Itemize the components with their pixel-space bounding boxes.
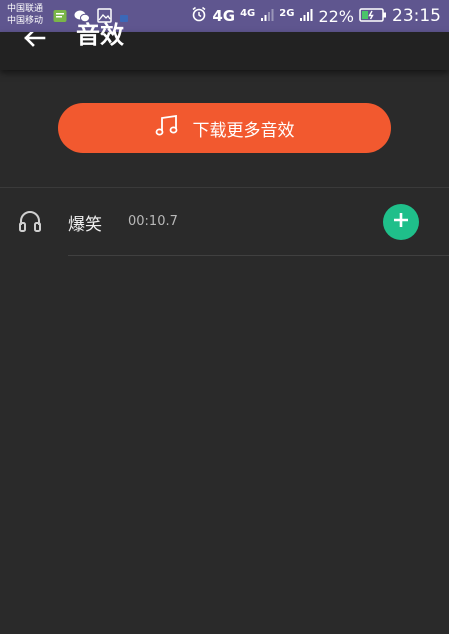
alarm-icon xyxy=(191,6,207,26)
battery-percent: 22% xyxy=(318,6,354,26)
headphone-icon xyxy=(18,210,42,232)
plus-icon xyxy=(392,211,410,233)
music-note-icon xyxy=(155,114,179,142)
clock: 23:15 xyxy=(392,6,441,26)
message-app-icon xyxy=(53,8,67,27)
back-arrow-icon[interactable] xyxy=(22,29,48,52)
carrier-2-label: 中国移动 xyxy=(7,16,44,26)
network-type-1: 4G xyxy=(212,7,236,25)
network-type-2: 4G xyxy=(240,7,256,19)
sound-list-item[interactable]: 爆笑 00:10.7 xyxy=(0,188,449,255)
status-right: 4G 4G 2G 22% 23:15 xyxy=(191,0,441,32)
row-divider xyxy=(68,255,449,256)
signal-strength-2-icon xyxy=(299,7,313,26)
add-sound-button[interactable] xyxy=(383,204,419,240)
sound-name: 爆笑 xyxy=(68,215,102,235)
signal-strength-icon xyxy=(260,7,274,26)
carrier-1-label: 中国联通 xyxy=(7,4,44,14)
app-bar: 音效 xyxy=(0,21,449,70)
status-bar: 中国联通 中国移动 4G 4G 2G 22% 23:15 xyxy=(0,0,449,32)
download-more-sounds-label: 下载更多音效 xyxy=(192,120,295,141)
download-more-sounds-button[interactable]: 下载更多音效 xyxy=(58,103,391,153)
sound-duration: 00:10.7 xyxy=(128,214,178,229)
network-type-3: 2G xyxy=(279,7,295,19)
page-title: 音效 xyxy=(76,21,124,49)
battery-icon xyxy=(359,7,387,26)
carrier-labels: 中国联通 中国移动 xyxy=(7,3,43,27)
